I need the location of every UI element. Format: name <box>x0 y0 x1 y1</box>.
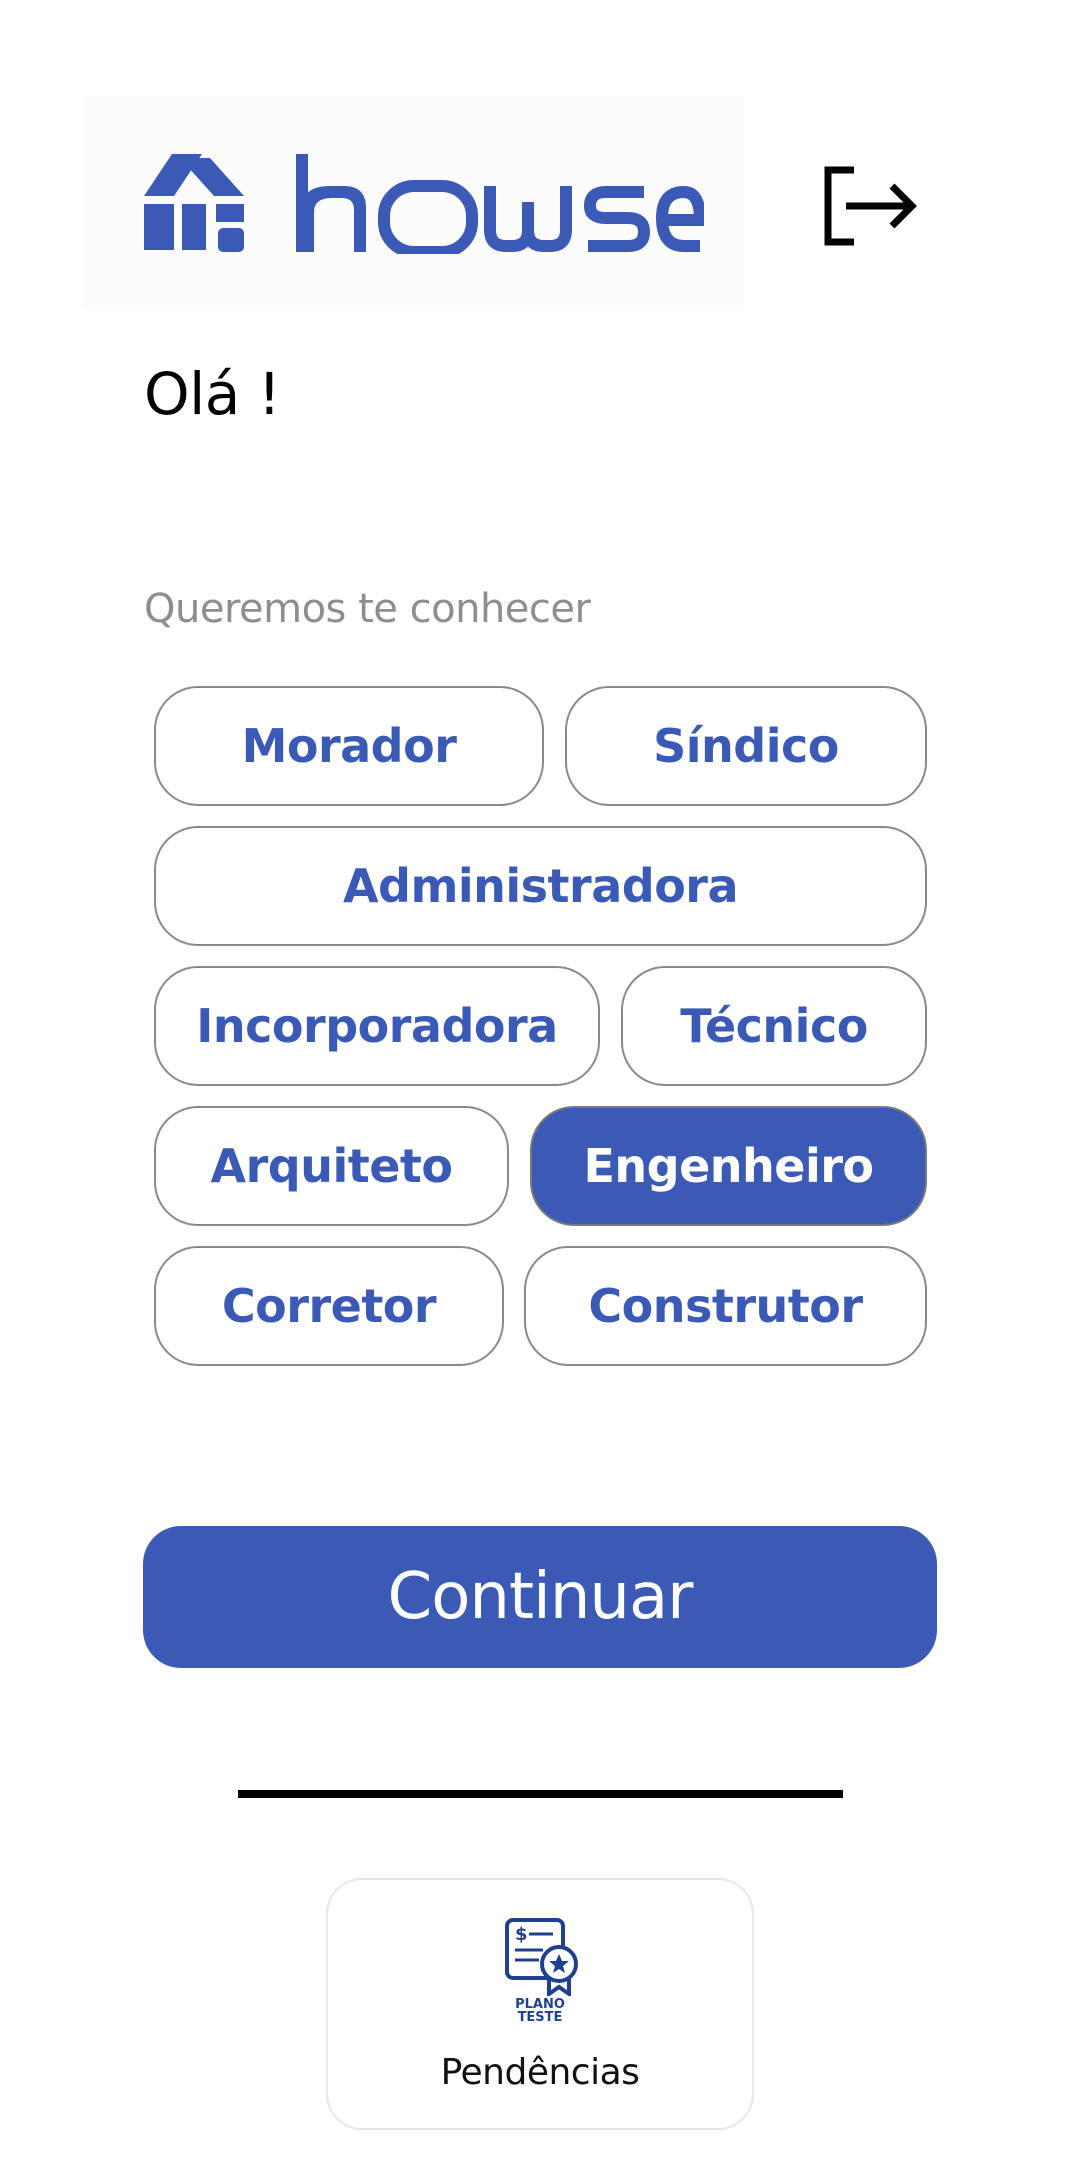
logo <box>84 96 744 310</box>
role-administradora-button[interactable]: Administradora <box>154 826 927 946</box>
role-sindico-button[interactable]: Síndico <box>565 686 927 806</box>
svg-text:$: $ <box>515 1924 528 1945</box>
role-incorporadora-button[interactable]: Incorporadora <box>154 966 600 1086</box>
logout-button[interactable] <box>820 164 920 248</box>
certificate-icon: $ <box>505 1918 578 1996</box>
role-construtor-button[interactable]: Construtor <box>524 1246 927 1366</box>
pendencias-label: Pendências <box>440 2052 640 2093</box>
howse-logo-icon <box>144 154 704 254</box>
pendencias-card[interactable]: $ PLANO TESTE Pendências <box>326 1878 754 2130</box>
logout-icon <box>824 166 917 246</box>
role-engenheiro-button[interactable]: Engenheiro <box>530 1106 927 1226</box>
role-arquiteto-button[interactable]: Arquiteto <box>154 1106 509 1226</box>
role-morador-button[interactable]: Morador <box>154 686 544 806</box>
divider <box>238 1790 843 1798</box>
role-tecnico-button[interactable]: Técnico <box>621 966 927 1086</box>
plan-badge-line2: TESTE <box>517 2010 563 2025</box>
page: Olá ! Queremos te conhecer Morador Síndi… <box>0 0 1080 2176</box>
greeting-title: Olá ! <box>144 360 281 428</box>
subtitle: Queremos te conhecer <box>144 586 591 632</box>
role-corretor-button[interactable]: Corretor <box>154 1246 504 1366</box>
continue-button[interactable]: Continuar <box>143 1526 937 1668</box>
